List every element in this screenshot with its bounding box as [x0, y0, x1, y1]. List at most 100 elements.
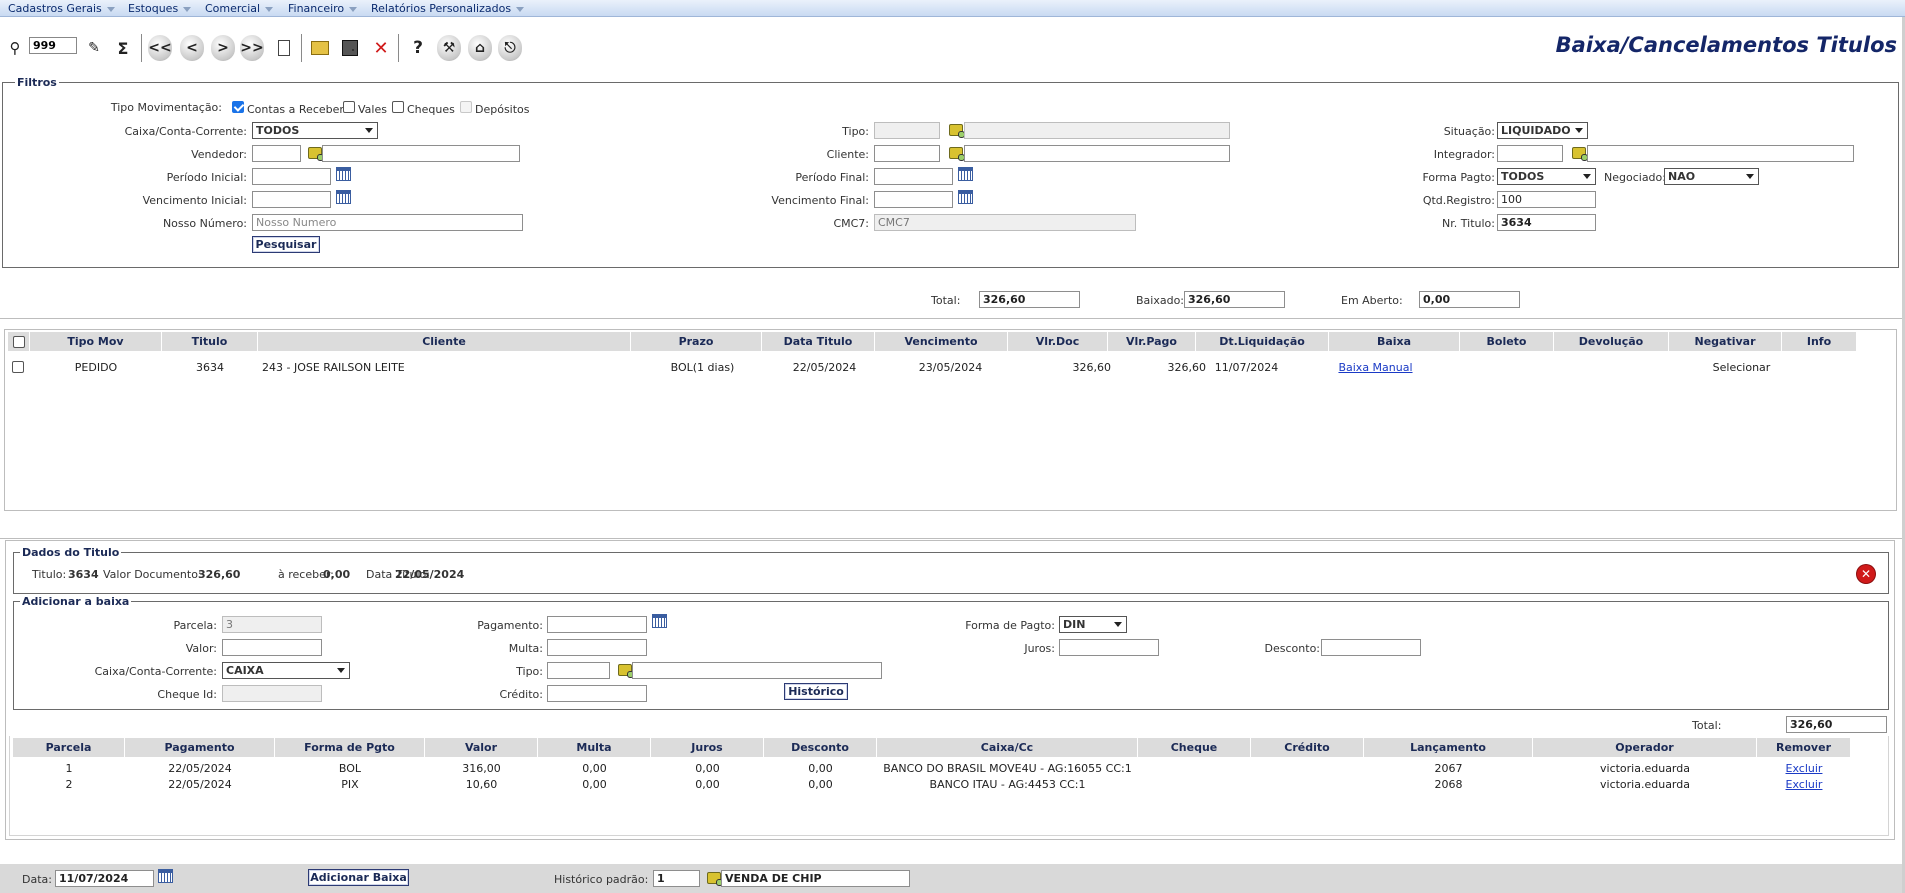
negativar-select-link[interactable]: Selecionar — [1684, 361, 1799, 374]
cliente-code-input[interactable] — [874, 145, 940, 162]
lookup-icon[interactable] — [949, 124, 965, 138]
juros-input[interactable] — [1059, 639, 1159, 656]
vencimento-inicial-input[interactable] — [252, 191, 331, 208]
col-vlr-doc[interactable]: Vlr.Doc — [1008, 332, 1108, 351]
calendar-icon[interactable] — [336, 167, 351, 181]
cheques-checkbox[interactable] — [392, 101, 404, 113]
vendedor-name-input[interactable] — [322, 145, 520, 162]
home-icon[interactable]: ⌂ — [468, 35, 492, 61]
baixado-input[interactable]: 326,60 — [1184, 291, 1285, 308]
help-icon[interactable]: ? — [406, 35, 430, 61]
menu-cadastros-gerais[interactable]: Cadastros Gerais — [8, 2, 115, 15]
parcela-input[interactable]: 3 — [222, 616, 322, 633]
qtd-registro-input[interactable]: 100 — [1497, 191, 1596, 208]
cell-data-titulo: 22/05/2024 — [792, 361, 857, 374]
col-info[interactable]: Info — [1782, 332, 1857, 351]
total-input[interactable]: 326,60 — [979, 291, 1080, 308]
tipo-desc-input[interactable] — [964, 122, 1230, 139]
negociado-select[interactable]: NAO — [1664, 168, 1759, 185]
ad-tipo-code-input[interactable] — [547, 662, 610, 679]
baixa-manual-link[interactable]: Baixa Manual — [1309, 361, 1442, 374]
col-devolucao[interactable]: Devolução — [1554, 332, 1669, 351]
periodo-inicial-input[interactable] — [252, 168, 331, 185]
integrador-name-input[interactable] — [1587, 145, 1854, 162]
col-boleto[interactable]: Boleto — [1460, 332, 1554, 351]
open-icon[interactable] — [308, 35, 332, 61]
lookup-icon[interactable] — [1572, 147, 1588, 161]
payments-total-input[interactable]: 326,60 — [1786, 716, 1887, 733]
periodo-final-input[interactable] — [874, 168, 953, 185]
col-prazo[interactable]: Prazo — [631, 332, 762, 351]
calendar-icon[interactable] — [336, 190, 351, 204]
vales-checkbox[interactable] — [343, 101, 355, 113]
calendar-icon[interactable] — [652, 614, 667, 628]
historico-code-input[interactable]: 1 — [653, 870, 700, 887]
col-cliente[interactable]: Cliente — [258, 332, 631, 351]
cliente-name-input[interactable] — [964, 145, 1230, 162]
menu-financeiro[interactable]: Financeiro — [288, 2, 358, 15]
row-checkbox[interactable] — [12, 361, 24, 373]
select-all-checkbox[interactable] — [12, 335, 25, 348]
col-dt-liquidacao[interactable]: Dt.Liquidação — [1196, 332, 1329, 351]
sum-icon[interactable]: Σ — [111, 35, 135, 61]
lookup-icon[interactable] — [707, 872, 723, 886]
col-titulo[interactable]: Titulo — [162, 332, 258, 351]
cmc7-input[interactable]: CMC7 — [874, 214, 1136, 231]
historico-button[interactable]: Histórico — [784, 683, 848, 700]
col-vlr-pago[interactable]: Vlr.Pago — [1108, 332, 1196, 351]
vendedor-code-input[interactable] — [252, 145, 301, 162]
lookup-icon[interactable] — [618, 664, 634, 678]
forma-pagto-select[interactable]: TODOS — [1497, 168, 1596, 185]
tools-icon[interactable]: ⚒ — [437, 35, 461, 61]
menu-relatorios[interactable]: Relatórios Personalizados — [371, 2, 525, 15]
search-button[interactable]: Pesquisar — [252, 236, 320, 253]
menu-comercial[interactable]: Comercial — [205, 2, 274, 15]
col-baixa[interactable]: Baixa — [1329, 332, 1460, 351]
close-icon[interactable]: ✕ — [1857, 565, 1875, 583]
menu-estoques[interactable]: Estoques — [128, 2, 192, 15]
next-icon[interactable]: > — [211, 35, 235, 61]
save-icon[interactable] — [338, 35, 362, 61]
calendar-icon[interactable] — [958, 167, 973, 181]
ad-forma-select[interactable]: DIN — [1059, 616, 1127, 633]
ad-caixa-select[interactable]: CAIXA — [222, 662, 350, 679]
filters-legend: Filtros — [15, 76, 59, 89]
integrador-code-input[interactable] — [1497, 145, 1563, 162]
col-tipo-mov[interactable]: Tipo Mov — [30, 332, 162, 351]
valor-input[interactable] — [222, 639, 322, 656]
calendar-icon[interactable] — [958, 190, 973, 204]
calendar-icon[interactable] — [158, 869, 173, 883]
multa-input[interactable] — [547, 639, 647, 656]
lookup-icon[interactable] — [949, 147, 965, 161]
delete-icon[interactable]: ✕ — [369, 35, 393, 61]
historico-desc-input[interactable]: VENDA DE CHIP — [721, 870, 910, 887]
first-icon[interactable]: << — [148, 35, 172, 61]
new-icon[interactable] — [272, 35, 296, 61]
binoculars-icon[interactable]: ⚲ — [3, 35, 27, 61]
credito-input[interactable] — [547, 685, 647, 702]
situacao-select[interactable]: LIQUIDADO — [1497, 122, 1588, 139]
caixa-select[interactable]: TODOS — [252, 122, 378, 139]
nosso-numero-input[interactable]: Nosso Numero — [252, 214, 523, 231]
col-negativar[interactable]: Negativar — [1669, 332, 1782, 351]
desconto-input[interactable] — [1321, 639, 1421, 656]
receber-checkbox[interactable] — [232, 101, 244, 113]
tipo-code-input[interactable] — [874, 122, 940, 139]
vencimento-final-input[interactable] — [874, 191, 953, 208]
adicionar-baixa-button[interactable]: Adicionar Baixa — [308, 869, 409, 886]
cheque-id-input[interactable] — [222, 685, 322, 702]
col-vencimento[interactable]: Vencimento — [875, 332, 1008, 351]
footer-data-input[interactable]: 11/07/2024 — [55, 870, 154, 887]
records-input[interactable] — [29, 37, 77, 54]
last-icon[interactable]: >> — [240, 35, 264, 61]
exit-icon[interactable]: ⎋ — [498, 35, 522, 61]
ad-tipo-desc-input[interactable] — [632, 662, 882, 679]
edit-icon[interactable]: ✎ — [82, 35, 106, 61]
pagamento-input[interactable] — [547, 616, 647, 633]
nr-titulo-input[interactable]: 3634 — [1497, 214, 1596, 231]
col-data-titulo[interactable]: Data Titulo — [762, 332, 875, 351]
prev-icon[interactable]: < — [180, 35, 204, 61]
lookup-icon[interactable] — [308, 147, 324, 161]
aberto-input[interactable]: 0,00 — [1419, 291, 1520, 308]
depositos-checkbox[interactable] — [460, 101, 472, 113]
